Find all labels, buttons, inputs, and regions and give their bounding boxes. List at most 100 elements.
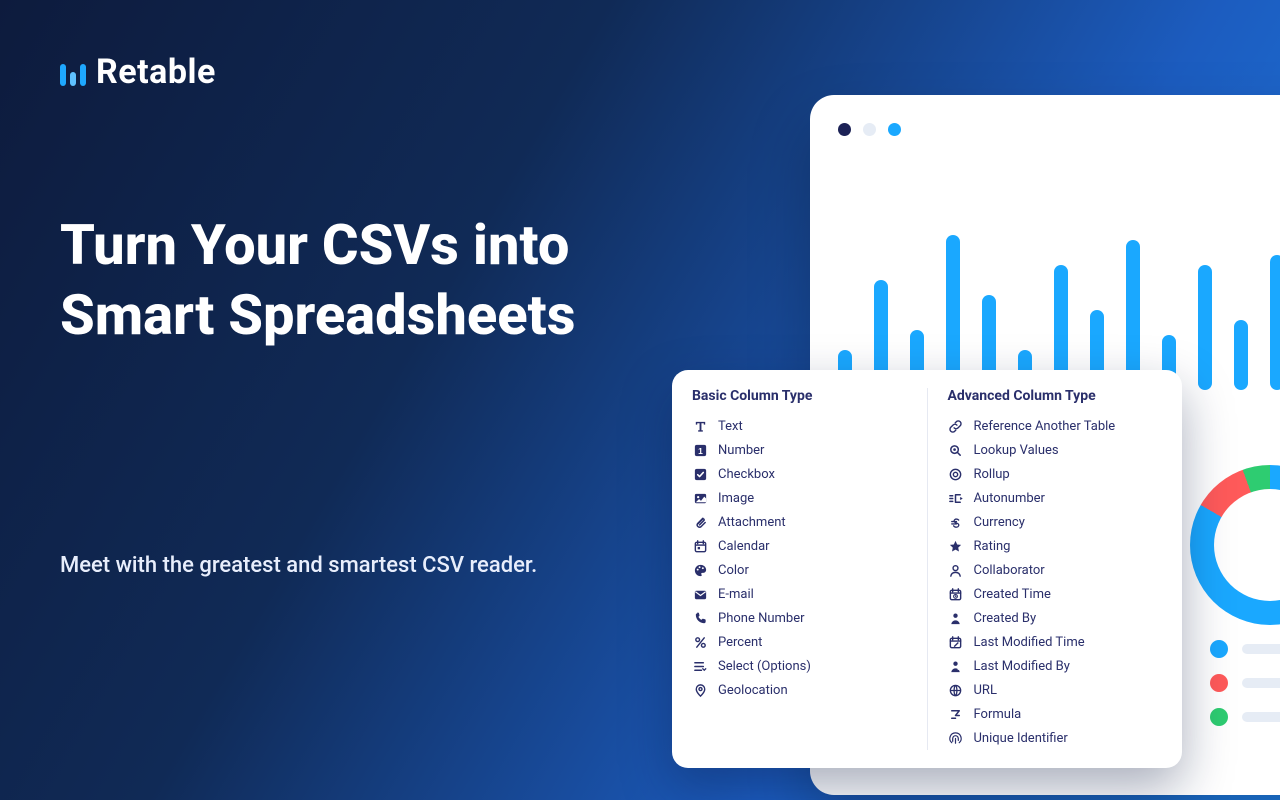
link-icon (948, 418, 964, 434)
type-label: Rating (974, 539, 1011, 554)
basic-type-email[interactable]: E-mail (692, 582, 907, 606)
type-label: Created By (974, 611, 1037, 626)
advanced-type-rating[interactable]: Rating (948, 534, 1163, 558)
donut-chart (1190, 465, 1280, 625)
window-dot (863, 123, 876, 136)
email-icon (692, 586, 708, 602)
uid-icon (948, 730, 964, 746)
number-icon (692, 442, 708, 458)
legend-row (1210, 708, 1280, 726)
advanced-type-createdby[interactable]: Created By (948, 606, 1163, 630)
basic-type-calendar[interactable]: Calendar (692, 534, 907, 558)
basic-title: Basic Column Type (692, 388, 907, 404)
basic-type-checkbox[interactable]: Checkbox (692, 462, 907, 486)
basic-type-phone[interactable]: Phone Number (692, 606, 907, 630)
formula-icon (948, 706, 964, 722)
basic-column-types: Basic Column Type Text Number Checkbox Imag… (672, 388, 927, 750)
type-label: URL (974, 683, 997, 698)
legend-dot (1210, 674, 1228, 692)
type-label: Color (718, 563, 749, 578)
legend-bar (1242, 712, 1280, 722)
basic-type-number[interactable]: Number (692, 438, 907, 462)
basic-type-attachment[interactable]: Attachment (692, 510, 907, 534)
type-label: Rollup (974, 467, 1010, 482)
modifiedby-icon (948, 658, 964, 674)
legend-row (1210, 674, 1280, 692)
type-label: Checkbox (718, 467, 775, 482)
legend-dot (1210, 708, 1228, 726)
modified-icon (948, 634, 964, 650)
brand-name: Retable (96, 52, 216, 92)
color-icon (692, 562, 708, 578)
advanced-column-types: Advanced Column Type Reference Another T… (927, 388, 1183, 750)
advanced-type-modifiedby[interactable]: Last Modified By (948, 654, 1163, 678)
advanced-type-formula[interactable]: Formula (948, 702, 1163, 726)
type-label: Image (718, 491, 754, 506)
legend-dot (1210, 640, 1228, 658)
created-icon (948, 586, 964, 602)
advanced-type-currency[interactable]: Currency (948, 510, 1163, 534)
type-label: Last Modified By (974, 659, 1070, 674)
brand-logo: Retable (60, 52, 216, 92)
geo-icon (692, 682, 708, 698)
bar-chart (838, 190, 1280, 390)
window-dot (888, 123, 901, 136)
basic-type-text[interactable]: Text (692, 414, 907, 438)
autonum-icon (948, 490, 964, 506)
type-label: Attachment (718, 515, 786, 530)
donut-legend (1210, 640, 1280, 726)
type-label: Unique Identifier (974, 731, 1068, 746)
checkbox-icon (692, 466, 708, 482)
column-types-panel: Basic Column Type Text Number Checkbox Imag… (672, 370, 1182, 768)
basic-type-image[interactable]: Image (692, 486, 907, 510)
type-label: Formula (974, 707, 1022, 722)
type-label: Phone Number (718, 611, 805, 626)
legend-bar (1242, 678, 1280, 688)
legend-bar (1242, 644, 1280, 654)
logo-bars-icon (60, 58, 86, 86)
basic-type-color[interactable]: Color (692, 558, 907, 582)
advanced-type-autonum[interactable]: Autonumber (948, 486, 1163, 510)
type-label: Lookup Values (974, 443, 1059, 458)
type-label: Geolocation (718, 683, 788, 698)
type-label: Created Time (974, 587, 1051, 602)
advanced-type-uid[interactable]: Unique Identifier (948, 726, 1163, 750)
advanced-type-link[interactable]: Reference Another Table (948, 414, 1163, 438)
bar (946, 235, 960, 390)
attachment-icon (692, 514, 708, 530)
hero-headline: Turn Your CSVs into Smart Spreadsheets (60, 210, 660, 350)
percent-icon (692, 634, 708, 650)
bar (1234, 320, 1248, 390)
hero-subhead: Meet with the greatest and smartest CSV … (60, 540, 580, 593)
type-label: Last Modified Time (974, 635, 1085, 650)
advanced-type-created[interactable]: Created Time (948, 582, 1163, 606)
type-label: Currency (974, 515, 1025, 530)
advanced-type-collab[interactable]: Collaborator (948, 558, 1163, 582)
bar (1270, 255, 1280, 390)
currency-icon (948, 514, 964, 530)
advanced-type-lookup[interactable]: Lookup Values (948, 438, 1163, 462)
advanced-title: Advanced Column Type (948, 388, 1163, 404)
createdby-icon (948, 610, 964, 626)
url-icon (948, 682, 964, 698)
type-label: Collaborator (974, 563, 1045, 578)
type-label: Number (718, 443, 764, 458)
calendar-icon (692, 538, 708, 554)
window-controls (838, 123, 901, 136)
advanced-type-rollup[interactable]: Rollup (948, 462, 1163, 486)
basic-type-geo[interactable]: Geolocation (692, 678, 907, 702)
basic-type-select[interactable]: Select (Options) (692, 654, 907, 678)
type-label: E-mail (718, 587, 754, 602)
collab-icon (948, 562, 964, 578)
select-icon (692, 658, 708, 674)
type-label: Calendar (718, 539, 770, 554)
hero-stage: Retable Turn Your CSVs into Smart Spread… (0, 0, 1280, 800)
type-label: Text (718, 419, 743, 434)
lookup-icon (948, 442, 964, 458)
advanced-type-url[interactable]: URL (948, 678, 1163, 702)
text-icon (692, 418, 708, 434)
type-label: Reference Another Table (974, 419, 1116, 434)
advanced-type-modified[interactable]: Last Modified Time (948, 630, 1163, 654)
bar (1198, 265, 1212, 390)
basic-type-percent[interactable]: Percent (692, 630, 907, 654)
